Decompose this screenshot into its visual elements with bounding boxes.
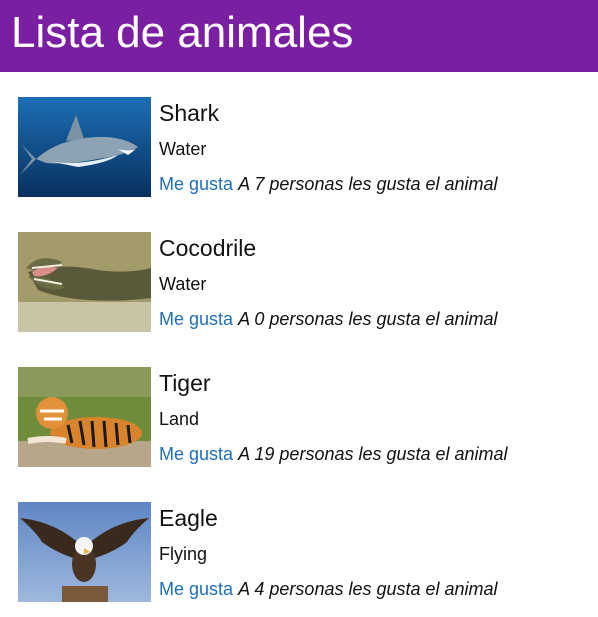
like-button[interactable]: Me gusta [159, 444, 233, 464]
list-item: Shark Water Me gusta A 7 personas les gu… [18, 97, 588, 197]
page-title: Lista de animales [11, 8, 354, 57]
list-item: Eagle Flying Me gusta A 4 personas les g… [18, 502, 588, 602]
likes-count-text: A 7 personas les gusta el animal [238, 174, 498, 194]
like-button[interactable]: Me gusta [159, 309, 233, 329]
likes-count-text: A 4 personas les gusta el animal [238, 579, 498, 599]
list-item: Cocodrile Water Me gusta A 0 personas le… [18, 232, 588, 332]
animal-habitat: Water [159, 139, 207, 159]
animal-name: Shark [159, 100, 220, 126]
page-header: Lista de animales [0, 0, 598, 72]
animal-habitat: Land [159, 409, 200, 429]
crocodile-image [18, 232, 151, 332]
animal-name: Eagle [159, 505, 218, 531]
animal-name: Tiger [159, 370, 211, 396]
eagle-image [18, 502, 151, 602]
animal-name: Cocodrile [159, 235, 257, 261]
animal-habitat: Water [159, 274, 207, 294]
likes-count-text: A 19 personas les gusta el animal [238, 444, 508, 464]
tiger-image [18, 367, 151, 467]
likes-count-text: A 0 personas les gusta el animal [238, 309, 498, 329]
list-item: Tiger Land Me gusta A 19 personas les gu… [18, 367, 588, 467]
like-button[interactable]: Me gusta [159, 174, 233, 194]
animal-habitat: Flying [159, 544, 208, 564]
like-button[interactable]: Me gusta [159, 579, 233, 599]
shark-image [18, 97, 151, 197]
